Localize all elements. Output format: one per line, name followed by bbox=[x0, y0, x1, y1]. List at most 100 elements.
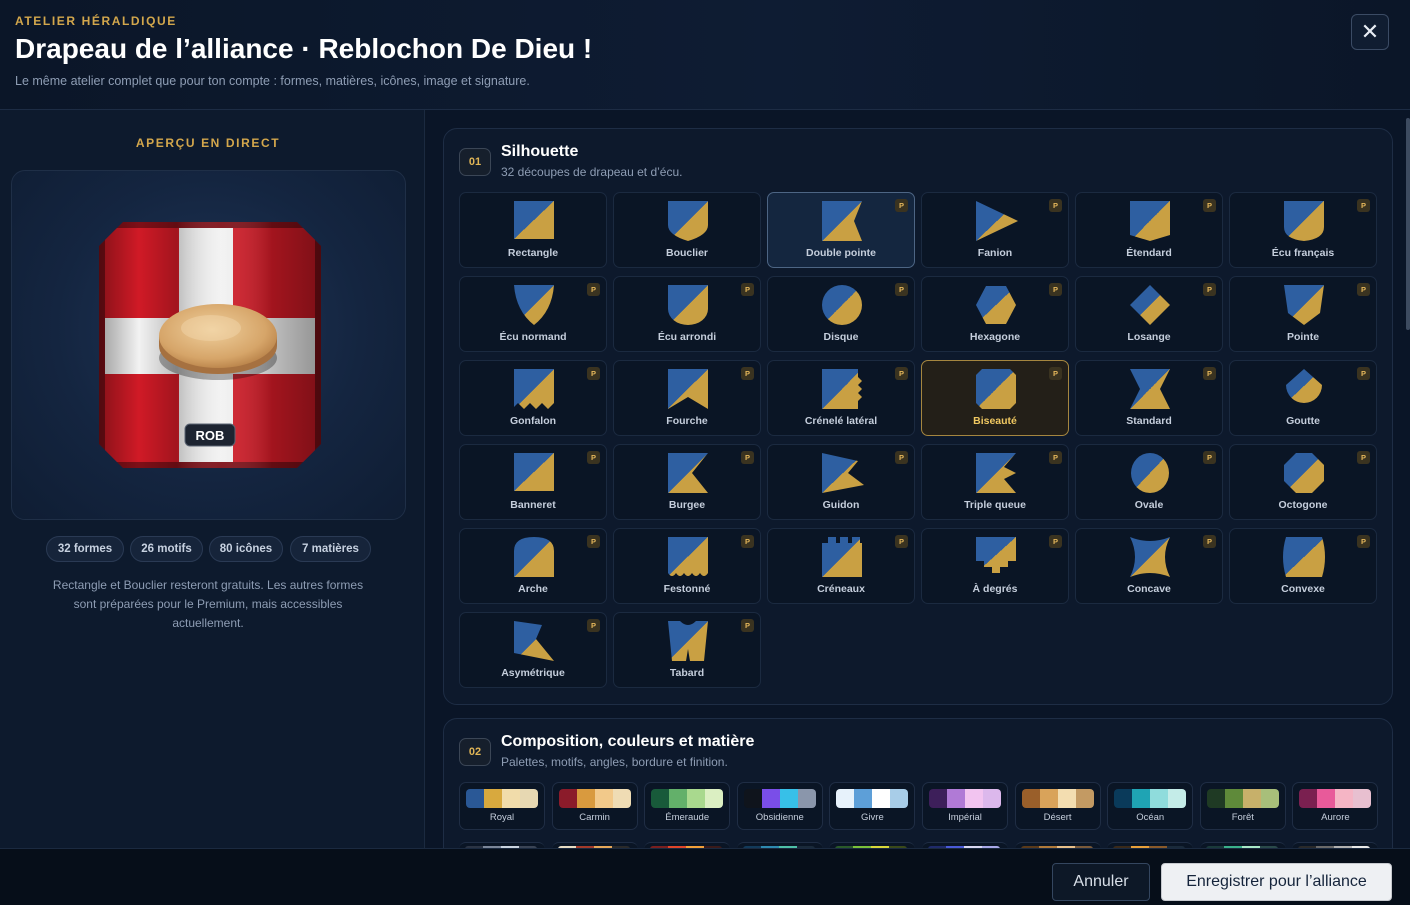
page-title: Drapeau de l’alliance · Reblochon De Die… bbox=[15, 33, 593, 64]
shape-option[interactable]: Arche P bbox=[459, 528, 607, 604]
shape-option[interactable]: Fourche P bbox=[613, 360, 761, 436]
palette-label: Forêt bbox=[1231, 812, 1254, 823]
premium-badge: P bbox=[1049, 535, 1062, 548]
shape-option[interactable]: Crénelé latéral P bbox=[767, 360, 915, 436]
shape-icon bbox=[1130, 285, 1170, 325]
shape-option[interactable]: Standard P bbox=[1075, 360, 1223, 436]
premium-badge: P bbox=[895, 199, 908, 212]
palette-option[interactable]: Forêt bbox=[1199, 782, 1286, 830]
dialog-header: ATELIER HÉRALDIQUE Drapeau de l’alliance… bbox=[0, 0, 1410, 110]
shape-icon bbox=[514, 369, 554, 409]
section-number: 01 bbox=[459, 148, 491, 176]
shape-option[interactable]: Écu arrondi P bbox=[613, 276, 761, 352]
shape-option[interactable]: Écu normand P bbox=[459, 276, 607, 352]
shape-option[interactable]: Disque P bbox=[767, 276, 915, 352]
shape-label: Concave bbox=[1127, 583, 1171, 595]
shape-option[interactable]: Fanion P bbox=[921, 192, 1069, 268]
shape-icon bbox=[976, 201, 1018, 241]
shape-label: Ovale bbox=[1134, 499, 1164, 511]
shape-label: Hexagone bbox=[969, 331, 1021, 343]
shape-option[interactable]: Losange P bbox=[1075, 276, 1223, 352]
premium-badge: P bbox=[1357, 283, 1370, 296]
premium-badge: P bbox=[1357, 367, 1370, 380]
close-button[interactable]: ✕ bbox=[1351, 14, 1389, 50]
shape-icon bbox=[1130, 537, 1170, 577]
shape-option[interactable]: Créneaux P bbox=[767, 528, 915, 604]
palette-option[interactable]: Obsidienne bbox=[736, 782, 823, 830]
palette-swatch bbox=[1021, 789, 1094, 808]
palette-option[interactable]: Émeraude bbox=[644, 782, 731, 830]
palette-swatch bbox=[651, 789, 724, 808]
shape-label: Écu normand bbox=[499, 331, 567, 343]
palette-option[interactable]: Aurore bbox=[1292, 782, 1379, 830]
shape-label: Gonfalon bbox=[509, 415, 557, 427]
shape-option[interactable]: Bouclier bbox=[613, 192, 761, 268]
premium-badge: P bbox=[1203, 199, 1216, 212]
section-title: Composition, couleurs et matière bbox=[501, 733, 755, 750]
shape-option[interactable]: Banneret P bbox=[459, 444, 607, 520]
premium-badge: P bbox=[1357, 535, 1370, 548]
palette-option[interactable]: Océan bbox=[1107, 782, 1194, 830]
palette-option[interactable]: Carmin bbox=[551, 782, 638, 830]
shape-option[interactable]: Double pointe P bbox=[767, 192, 915, 268]
shape-icon bbox=[1284, 453, 1324, 493]
palette-swatch bbox=[558, 789, 631, 808]
chip-shapes: 32 formes bbox=[46, 536, 124, 562]
palette-swatch bbox=[836, 789, 909, 808]
shape-option[interactable]: Concave P bbox=[1075, 528, 1223, 604]
shape-option[interactable]: Hexagone P bbox=[921, 276, 1069, 352]
shape-label: Losange bbox=[1127, 331, 1171, 343]
shape-label: Octogone bbox=[1278, 499, 1328, 511]
palette-option[interactable]: Givre bbox=[829, 782, 916, 830]
shape-icon bbox=[976, 453, 1016, 493]
palette-label: Aurore bbox=[1321, 812, 1350, 823]
chip-materials: 7 matières bbox=[290, 536, 371, 562]
shape-icon bbox=[976, 369, 1016, 409]
premium-badge: P bbox=[741, 619, 754, 632]
shape-label: Asymétrique bbox=[501, 667, 565, 679]
shape-label: Fanion bbox=[977, 247, 1013, 259]
shape-option[interactable]: Festonné P bbox=[613, 528, 761, 604]
shape-option[interactable]: Goutte P bbox=[1229, 360, 1377, 436]
shape-icon bbox=[822, 369, 862, 409]
shape-option[interactable]: Burgee P bbox=[613, 444, 761, 520]
premium-notice: Rectangle et Bouclier resteront gratuits… bbox=[52, 578, 364, 630]
shape-option[interactable]: Pointe P bbox=[1229, 276, 1377, 352]
shape-option[interactable]: Rectangle bbox=[459, 192, 607, 268]
shape-option[interactable]: Triple queue P bbox=[921, 444, 1069, 520]
palette-option[interactable]: Impérial bbox=[922, 782, 1008, 830]
shape-option[interactable]: Ovale P bbox=[1075, 444, 1223, 520]
shape-icon bbox=[1284, 285, 1324, 325]
shape-option[interactable]: Tabard P bbox=[613, 612, 761, 688]
palette-option[interactable]: Royal bbox=[459, 782, 545, 830]
save-button[interactable]: Enregistrer pour l’alliance bbox=[1161, 863, 1392, 901]
shape-option[interactable]: Octogone P bbox=[1229, 444, 1377, 520]
premium-badge: P bbox=[1203, 283, 1216, 296]
shape-option[interactable]: Biseauté P bbox=[921, 360, 1069, 436]
scrollbar-thumb[interactable] bbox=[1406, 118, 1410, 330]
close-icon: ✕ bbox=[1360, 19, 1380, 44]
shape-option[interactable]: Guidon P bbox=[767, 444, 915, 520]
section-title: Silhouette bbox=[501, 143, 579, 160]
premium-badge: P bbox=[741, 283, 754, 296]
shape-label: Écu français bbox=[1271, 247, 1335, 259]
shape-option[interactable]: À degrés P bbox=[921, 528, 1069, 604]
flag-preview: ROB bbox=[99, 222, 321, 468]
cancel-button[interactable]: Annuler bbox=[1052, 863, 1150, 901]
shape-icon bbox=[822, 537, 862, 577]
premium-badge: P bbox=[1049, 367, 1062, 380]
shape-option[interactable]: Asymétrique P bbox=[459, 612, 607, 688]
shape-icon bbox=[976, 286, 1016, 324]
shape-icon bbox=[514, 537, 554, 577]
shape-label: Bouclier bbox=[665, 247, 708, 259]
page-subtitle: Le même atelier complet que pour ton com… bbox=[15, 74, 530, 88]
palette-label: Émeraude bbox=[665, 812, 710, 823]
section-subtitle: 32 découpes de drapeau et d’écu. bbox=[501, 165, 683, 179]
palette-option[interactable]: Désert bbox=[1014, 782, 1101, 830]
shape-option[interactable]: Écu français P bbox=[1229, 192, 1377, 268]
shape-icon bbox=[514, 201, 554, 239]
shape-option[interactable]: Gonfalon P bbox=[459, 360, 607, 436]
shape-option[interactable]: Étendard P bbox=[1075, 192, 1223, 268]
shape-option[interactable]: Convexe P bbox=[1229, 528, 1377, 604]
premium-badge: P bbox=[741, 367, 754, 380]
